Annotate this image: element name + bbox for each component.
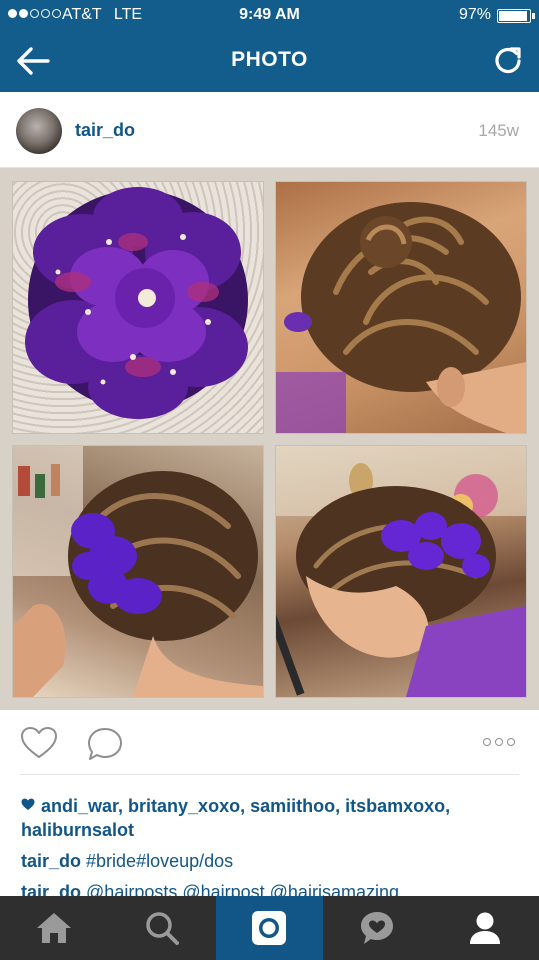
photo-tile-updo-front <box>276 446 526 697</box>
refresh-icon <box>495 47 521 74</box>
avatar[interactable] <box>16 108 62 154</box>
photo-tile-updo-side <box>13 446 263 697</box>
post-header: tair_do 145w <box>0 92 539 168</box>
caption-text[interactable]: #bride#loveup/dos <box>86 851 233 871</box>
post-actions <box>0 710 539 776</box>
caption: tair_do #bride#loveup/dos <box>21 851 233 872</box>
photo-tile-updo-back <box>276 182 526 433</box>
profile-icon <box>470 912 501 944</box>
battery-percent: 97% <box>458 6 491 23</box>
refresh-button[interactable] <box>491 44 525 78</box>
tab-camera[interactable] <box>215 896 324 960</box>
top-bar: AT&T LTE 9:49 AM 97% PHOTO <box>0 0 539 92</box>
bottom-tab-bar <box>0 896 539 960</box>
tab-home[interactable] <box>0 896 108 960</box>
status-bar: AT&T LTE 9:49 AM 97% <box>0 0 539 30</box>
heart-outline-icon <box>21 727 57 758</box>
search-icon <box>145 912 179 945</box>
post-username[interactable]: tair_do <box>75 120 135 141</box>
activity-icon <box>361 912 394 944</box>
post-photo[interactable] <box>0 168 539 710</box>
photo-tile-flower <box>13 182 263 433</box>
tab-activity[interactable] <box>323 896 431 960</box>
camera-icon <box>252 911 287 945</box>
battery-icon <box>497 9 535 23</box>
heart-filled-icon <box>21 798 35 810</box>
tab-profile[interactable] <box>431 896 539 960</box>
comment-button[interactable] <box>86 726 124 762</box>
caption-username[interactable]: tair_do <box>21 851 81 871</box>
likes-text[interactable]: andi_war, britany_xoxo, samiithoo, itsba… <box>21 796 450 840</box>
post-age: 145w <box>478 121 519 140</box>
speech-bubble-icon <box>88 728 122 760</box>
likes-list[interactable]: andi_war, britany_xoxo, samiithoo, itsba… <box>21 794 521 842</box>
home-icon <box>36 913 71 943</box>
page-title: PHOTO <box>231 48 308 71</box>
tab-search[interactable] <box>108 896 216 960</box>
more-options-button[interactable] <box>483 738 519 750</box>
like-button[interactable] <box>20 726 58 760</box>
ellipsis-icon <box>483 738 491 746</box>
divider <box>20 774 519 775</box>
